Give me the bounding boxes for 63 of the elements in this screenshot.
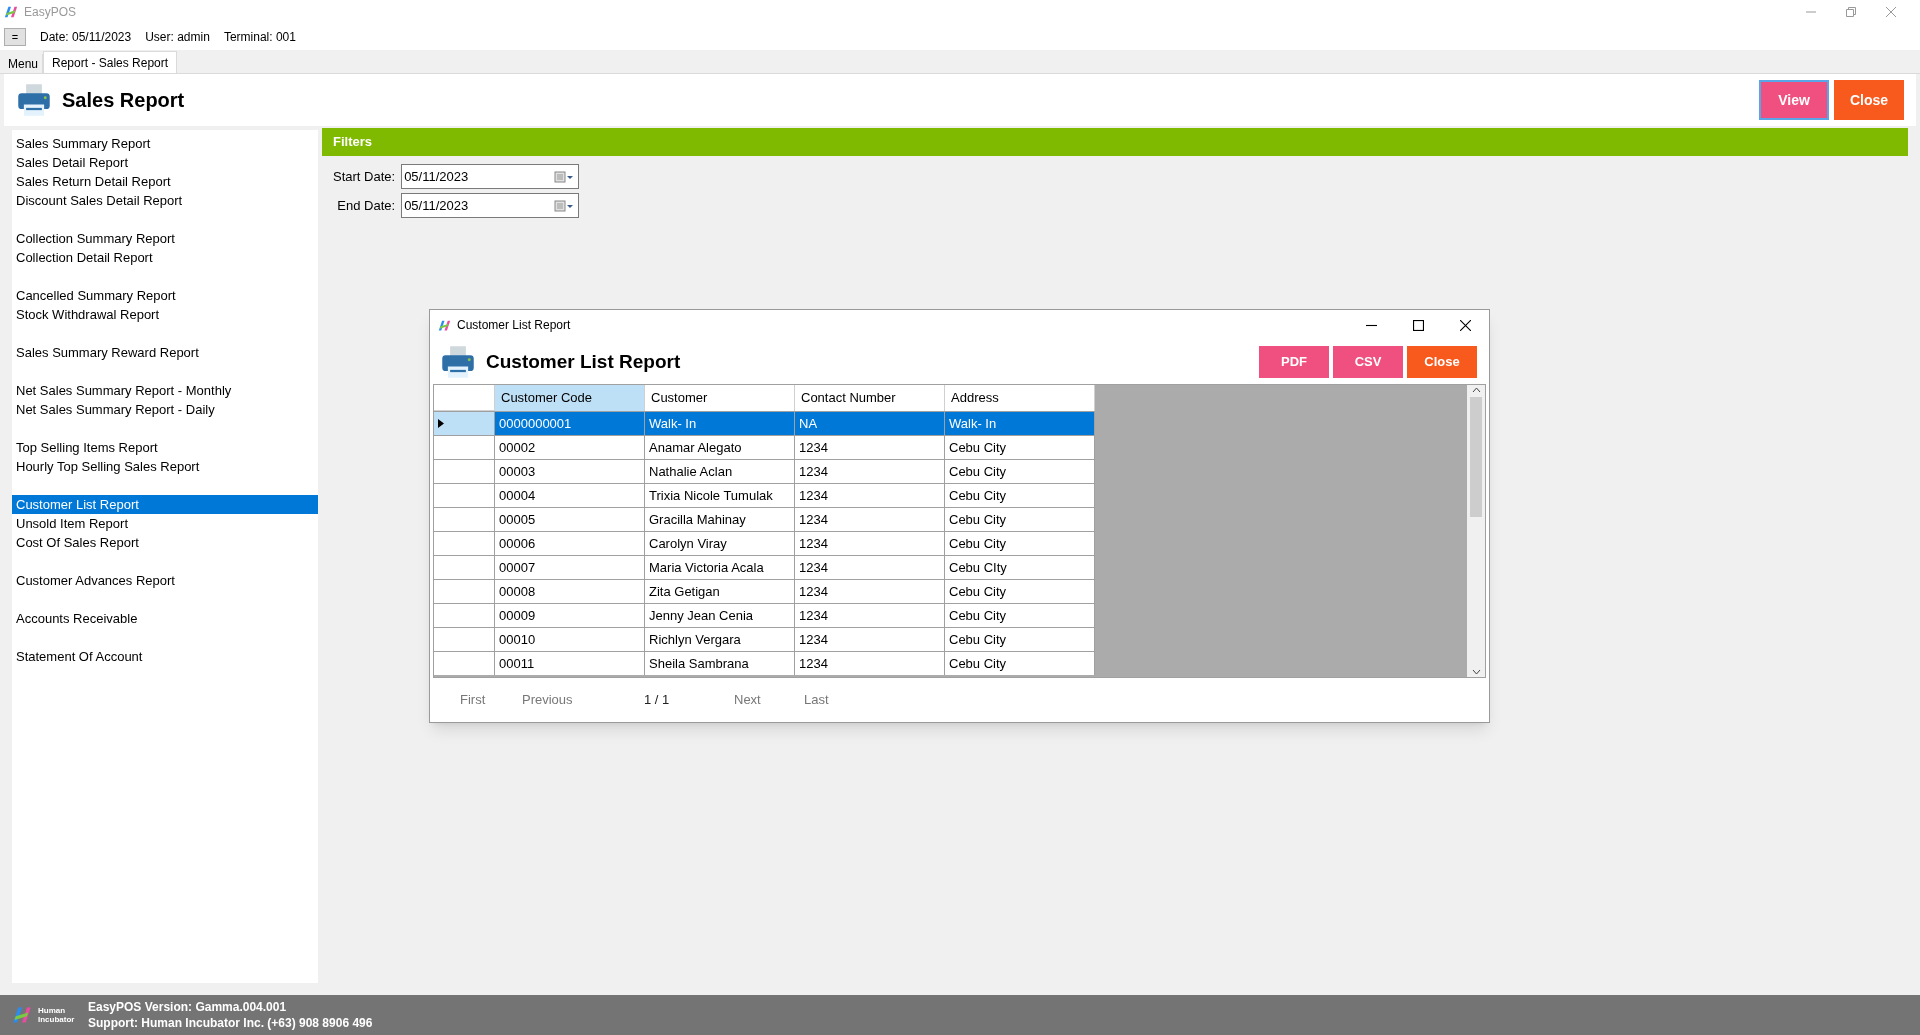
tab[interactable]: Report - Sales Report xyxy=(43,51,178,73)
maximize-icon[interactable] xyxy=(1413,319,1424,331)
menu-toggle-button[interactable]: = xyxy=(4,28,26,46)
printer-icon xyxy=(16,82,52,118)
app-logo-icon xyxy=(12,1005,32,1025)
page-title: Sales Report xyxy=(62,88,185,113)
window-title: EasyPOS xyxy=(24,4,77,21)
report-list-item[interactable]: Sales Summary Report xyxy=(12,134,318,153)
filters-bar: Filters xyxy=(322,128,1908,156)
report-list-item[interactable]: Net Sales Summary Report - Daily xyxy=(12,400,318,419)
support-text: Support: Human Incubator Inc. (+63) 908 8906 496 xyxy=(88,1015,373,1031)
report-list-item[interactable]: Sales Summary Reward Report xyxy=(12,343,318,362)
row-header[interactable] xyxy=(434,412,495,435)
close-icon[interactable] xyxy=(1460,319,1471,331)
dialog-heading: Customer List Report xyxy=(486,349,681,374)
report-list-item[interactable]: Accounts Receivable xyxy=(12,609,318,628)
page-indicator: 1 / 1 xyxy=(644,691,671,710)
next-page-button[interactable]: Next xyxy=(734,690,804,710)
scroll-down-icon[interactable] xyxy=(1471,669,1481,675)
last-page-button[interactable]: Last xyxy=(804,690,829,710)
report-list-item[interactable]: Hourly Top Selling Sales Report xyxy=(12,457,318,476)
report-list-item[interactable]: Sales Detail Report xyxy=(12,153,318,172)
user-label: User: admin xyxy=(145,29,210,46)
calendar-dropdown-icon[interactable] xyxy=(554,170,575,183)
app-logo-icon xyxy=(438,318,451,332)
date-label: Date: 05/11/2023 xyxy=(40,29,132,46)
dialog-title: Customer List Report xyxy=(457,317,571,334)
previous-page-button[interactable]: Previous xyxy=(522,690,632,710)
report-list-item[interactable]: Collection Detail Report xyxy=(12,248,318,267)
version-text: EasyPOS Version: Gamma.004.001 xyxy=(88,999,288,1015)
report-list-item[interactable]: Customer List Report xyxy=(12,495,318,514)
report-list-item[interactable]: Statement Of Account xyxy=(12,647,318,666)
restore-icon[interactable] xyxy=(1846,7,1856,17)
report-list-item[interactable]: Discount Sales Detail Report xyxy=(12,191,318,210)
date-field[interactable]: 05/11/2023 xyxy=(401,193,580,218)
report-list-item[interactable]: Cancelled Summary Report xyxy=(12,286,318,305)
report-list-item[interactable]: Top Selling Items Report xyxy=(12,438,318,457)
current-row-icon xyxy=(438,419,444,428)
report-list-item[interactable]: Net Sales Summary Report - Monthly xyxy=(12,381,318,400)
report-list-item[interactable]: Cost Of Sales Report xyxy=(12,533,318,552)
report-list-item[interactable]: Collection Summary Report xyxy=(12,229,318,248)
table-cell: Walk- In xyxy=(945,412,1095,435)
column-header[interactable]: Customer Code xyxy=(495,385,645,411)
app-logo-icon xyxy=(4,5,18,19)
scroll-up-icon[interactable] xyxy=(1471,387,1481,393)
table-cell: 0000000001 xyxy=(495,412,645,435)
report-list-item[interactable]: Unsold Item Report xyxy=(12,514,318,533)
date-field[interactable]: 05/11/2023 xyxy=(401,164,580,189)
printer-icon xyxy=(440,344,476,380)
table-cell: NA xyxy=(795,412,945,435)
report-list-item[interactable]: Stock Withdrawal Report xyxy=(12,305,318,324)
table-cell: Walk- In xyxy=(645,412,795,435)
vertical-scrollbar[interactable] xyxy=(1467,385,1485,677)
calendar-dropdown-icon[interactable] xyxy=(554,199,575,212)
company-logo-text: Human Incubator xyxy=(38,1006,76,1024)
terminal-label: Terminal: 001 xyxy=(223,29,296,46)
scrollbar-thumb[interactable] xyxy=(1470,397,1482,517)
first-page-button[interactable]: First xyxy=(460,690,510,710)
report-list-item[interactable]: Customer Advances Report xyxy=(12,571,318,590)
date-label: Start Date: xyxy=(333,167,396,186)
report-list-item[interactable]: Sales Return Detail Report xyxy=(12,172,318,191)
date-label: End Date: xyxy=(336,196,396,215)
row-header-corner xyxy=(434,385,495,411)
